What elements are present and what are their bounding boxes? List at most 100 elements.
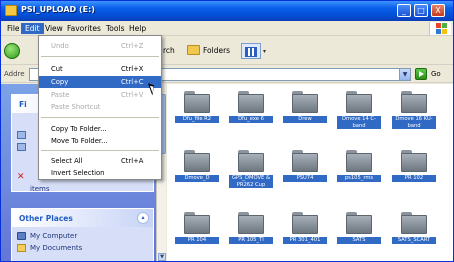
go-button[interactable]: Go — [431, 70, 441, 78]
folders-label: Folders — [203, 46, 231, 55]
task-item-partial[interactable]: items — [12, 183, 153, 195]
folder-icon — [292, 212, 318, 234]
windows-logo-icon — [429, 22, 451, 35]
folder-icon — [346, 150, 372, 172]
chevron-up-icon[interactable]: ▴ — [137, 212, 149, 224]
folder-item[interactable]: SATS — [337, 212, 381, 250]
cut-label: Cut — [51, 65, 63, 73]
select-all-label: Select All — [51, 157, 83, 165]
edit-menu-undo[interactable]: Undo Ctrl+Z — [39, 40, 161, 52]
select-all-shortcut: Ctrl+A — [121, 157, 144, 165]
folder-item[interactable]: Dmove_D — [175, 150, 219, 188]
search-button[interactable]: rch — [163, 46, 175, 55]
folder-icon — [401, 212, 427, 234]
folder-item[interactable]: Dfu_exe 6 — [229, 91, 273, 129]
task-icon — [17, 131, 26, 139]
documents-folder-icon — [17, 244, 26, 252]
folder-icon — [184, 150, 210, 172]
menu-favorites[interactable]: Favorites — [63, 23, 105, 34]
address-label: Addre — [4, 70, 25, 78]
folder-view[interactable]: Dfu_file R2 Dfu_exe 6 Drew Dmove 14 C-band D… — [167, 84, 453, 261]
edit-menu-dropdown: Undo Ctrl+Z Cut Ctrl+X Copy Ctrl+C Paste… — [38, 35, 162, 180]
move-to-folder-label: Move To Folder... — [51, 137, 108, 145]
folder-item[interactable]: Drew — [283, 91, 327, 129]
folder-item[interactable]: SATS_SCART — [392, 212, 436, 250]
invert-selection-label: Invert Selection — [51, 169, 105, 177]
task-item-label: items — [30, 185, 50, 193]
computer-icon — [17, 232, 26, 240]
folder-label: Dmove 14 C-band — [337, 116, 381, 129]
folder-item[interactable]: GPS_DMOVE & PR262 Cup — [229, 150, 273, 188]
menu-separator — [41, 150, 159, 151]
edit-menu-copy-to-folder[interactable]: Copy To Folder... — [39, 123, 161, 135]
folder-label: PR 301_401 — [283, 237, 327, 244]
folder-label: PR 102 — [392, 175, 436, 182]
folder-item[interactable]: PR 301_401 — [283, 212, 327, 250]
back-arrow-icon[interactable] — [4, 43, 20, 59]
folder-icon — [292, 150, 318, 172]
copy-label: Copy — [51, 78, 69, 86]
other-places-header[interactable]: Other Places ▴ — [12, 209, 153, 227]
folder-icon — [187, 45, 200, 55]
delete-x-icon: ✕ — [17, 172, 25, 182]
go-arrow-icon[interactable] — [415, 68, 427, 80]
folder-icon — [401, 91, 427, 113]
views-dropdown-caret[interactable]: ▾ — [263, 48, 266, 55]
other-places-box: Other Places ▴ My Computer My Documents — [11, 208, 154, 261]
menu-separator — [41, 56, 159, 57]
other-places-my-documents[interactable]: My Documents — [12, 242, 153, 254]
cut-shortcut: Ctrl+X — [121, 65, 144, 73]
folder-label: GPS_DMOVE & PR262 Cup — [229, 175, 273, 188]
folder-label: SATS — [337, 237, 381, 244]
my-computer-label: My Computer — [30, 232, 78, 240]
folder-icon — [238, 91, 264, 113]
folder-icon — [292, 91, 318, 113]
maximize-button[interactable]: □ — [414, 4, 428, 17]
undo-label: Undo — [51, 42, 69, 50]
edit-menu-paste-shortcut[interactable]: Paste Shortcut — [39, 101, 161, 113]
folder-item[interactable]: PR 105_TI — [229, 212, 273, 250]
my-documents-label: My Documents — [30, 244, 83, 252]
folder-item[interactable]: PR 102 — [392, 150, 436, 188]
edit-menu-move-to-folder[interactable]: Move To Folder... — [39, 135, 161, 147]
folder-label: Dfu_exe 6 — [229, 116, 273, 123]
scroll-down-arrow-icon[interactable]: ▼ — [158, 253, 166, 261]
paste-shortcut-label: Paste Shortcut — [51, 103, 101, 111]
title-bar[interactable]: PSI_UPLOAD (E:) _ □ X — [1, 1, 453, 21]
edit-menu-select-all[interactable]: Select All Ctrl+A — [39, 155, 161, 167]
edit-menu-cut[interactable]: Cut Ctrl+X — [39, 63, 161, 75]
other-places-my-computer[interactable]: My Computer — [12, 230, 153, 242]
folder-label: Dmove_D — [175, 175, 219, 182]
folder-label: ps105_rms — [337, 175, 381, 182]
folder-item[interactable]: Dmove 14 C-band — [337, 91, 381, 129]
menu-bar: File Edit View Favorites Tools Help — [1, 21, 453, 36]
folder-icon — [184, 212, 210, 234]
edit-menu-paste[interactable]: Paste Ctrl+V — [39, 89, 161, 101]
edit-menu-copy[interactable]: Copy Ctrl+C — [39, 76, 161, 88]
folder-item[interactable]: Dmove 16 KU-band — [392, 91, 436, 129]
close-button[interactable]: X — [431, 4, 445, 17]
folder-label: Drew — [283, 116, 327, 123]
copy-shortcut: Ctrl+C — [121, 78, 144, 86]
views-icon[interactable] — [241, 43, 261, 59]
folder-label: Dfu_file R2 — [175, 116, 219, 123]
folder-icon — [238, 212, 264, 234]
window-title: PSI_UPLOAD (E:) — [21, 5, 95, 14]
folder-item[interactable]: PSU74 — [283, 150, 327, 188]
folder-label: SATS_SCART — [392, 237, 436, 244]
folder-icon — [346, 91, 372, 113]
drive-icon — [5, 5, 17, 16]
folder-label: PSU74 — [283, 175, 327, 182]
chevron-down-icon[interactable]: ▼ — [399, 69, 410, 80]
folder-icon — [401, 150, 427, 172]
folder-label: PR 104 — [175, 237, 219, 244]
folder-item[interactable]: ps105_rms — [337, 150, 381, 188]
edit-menu-invert-selection[interactable]: Invert Selection — [39, 167, 161, 179]
menu-help[interactable]: Help — [125, 23, 150, 34]
folder-item[interactable]: Dfu_file R2 — [175, 91, 219, 129]
minimize-button[interactable]: _ — [397, 4, 411, 17]
folder-item[interactable]: PR 104 — [175, 212, 219, 250]
folder-label: Dmove 16 KU-band — [392, 116, 436, 129]
folder-icon — [346, 212, 372, 234]
paste-shortcut: Ctrl+V — [121, 91, 144, 99]
